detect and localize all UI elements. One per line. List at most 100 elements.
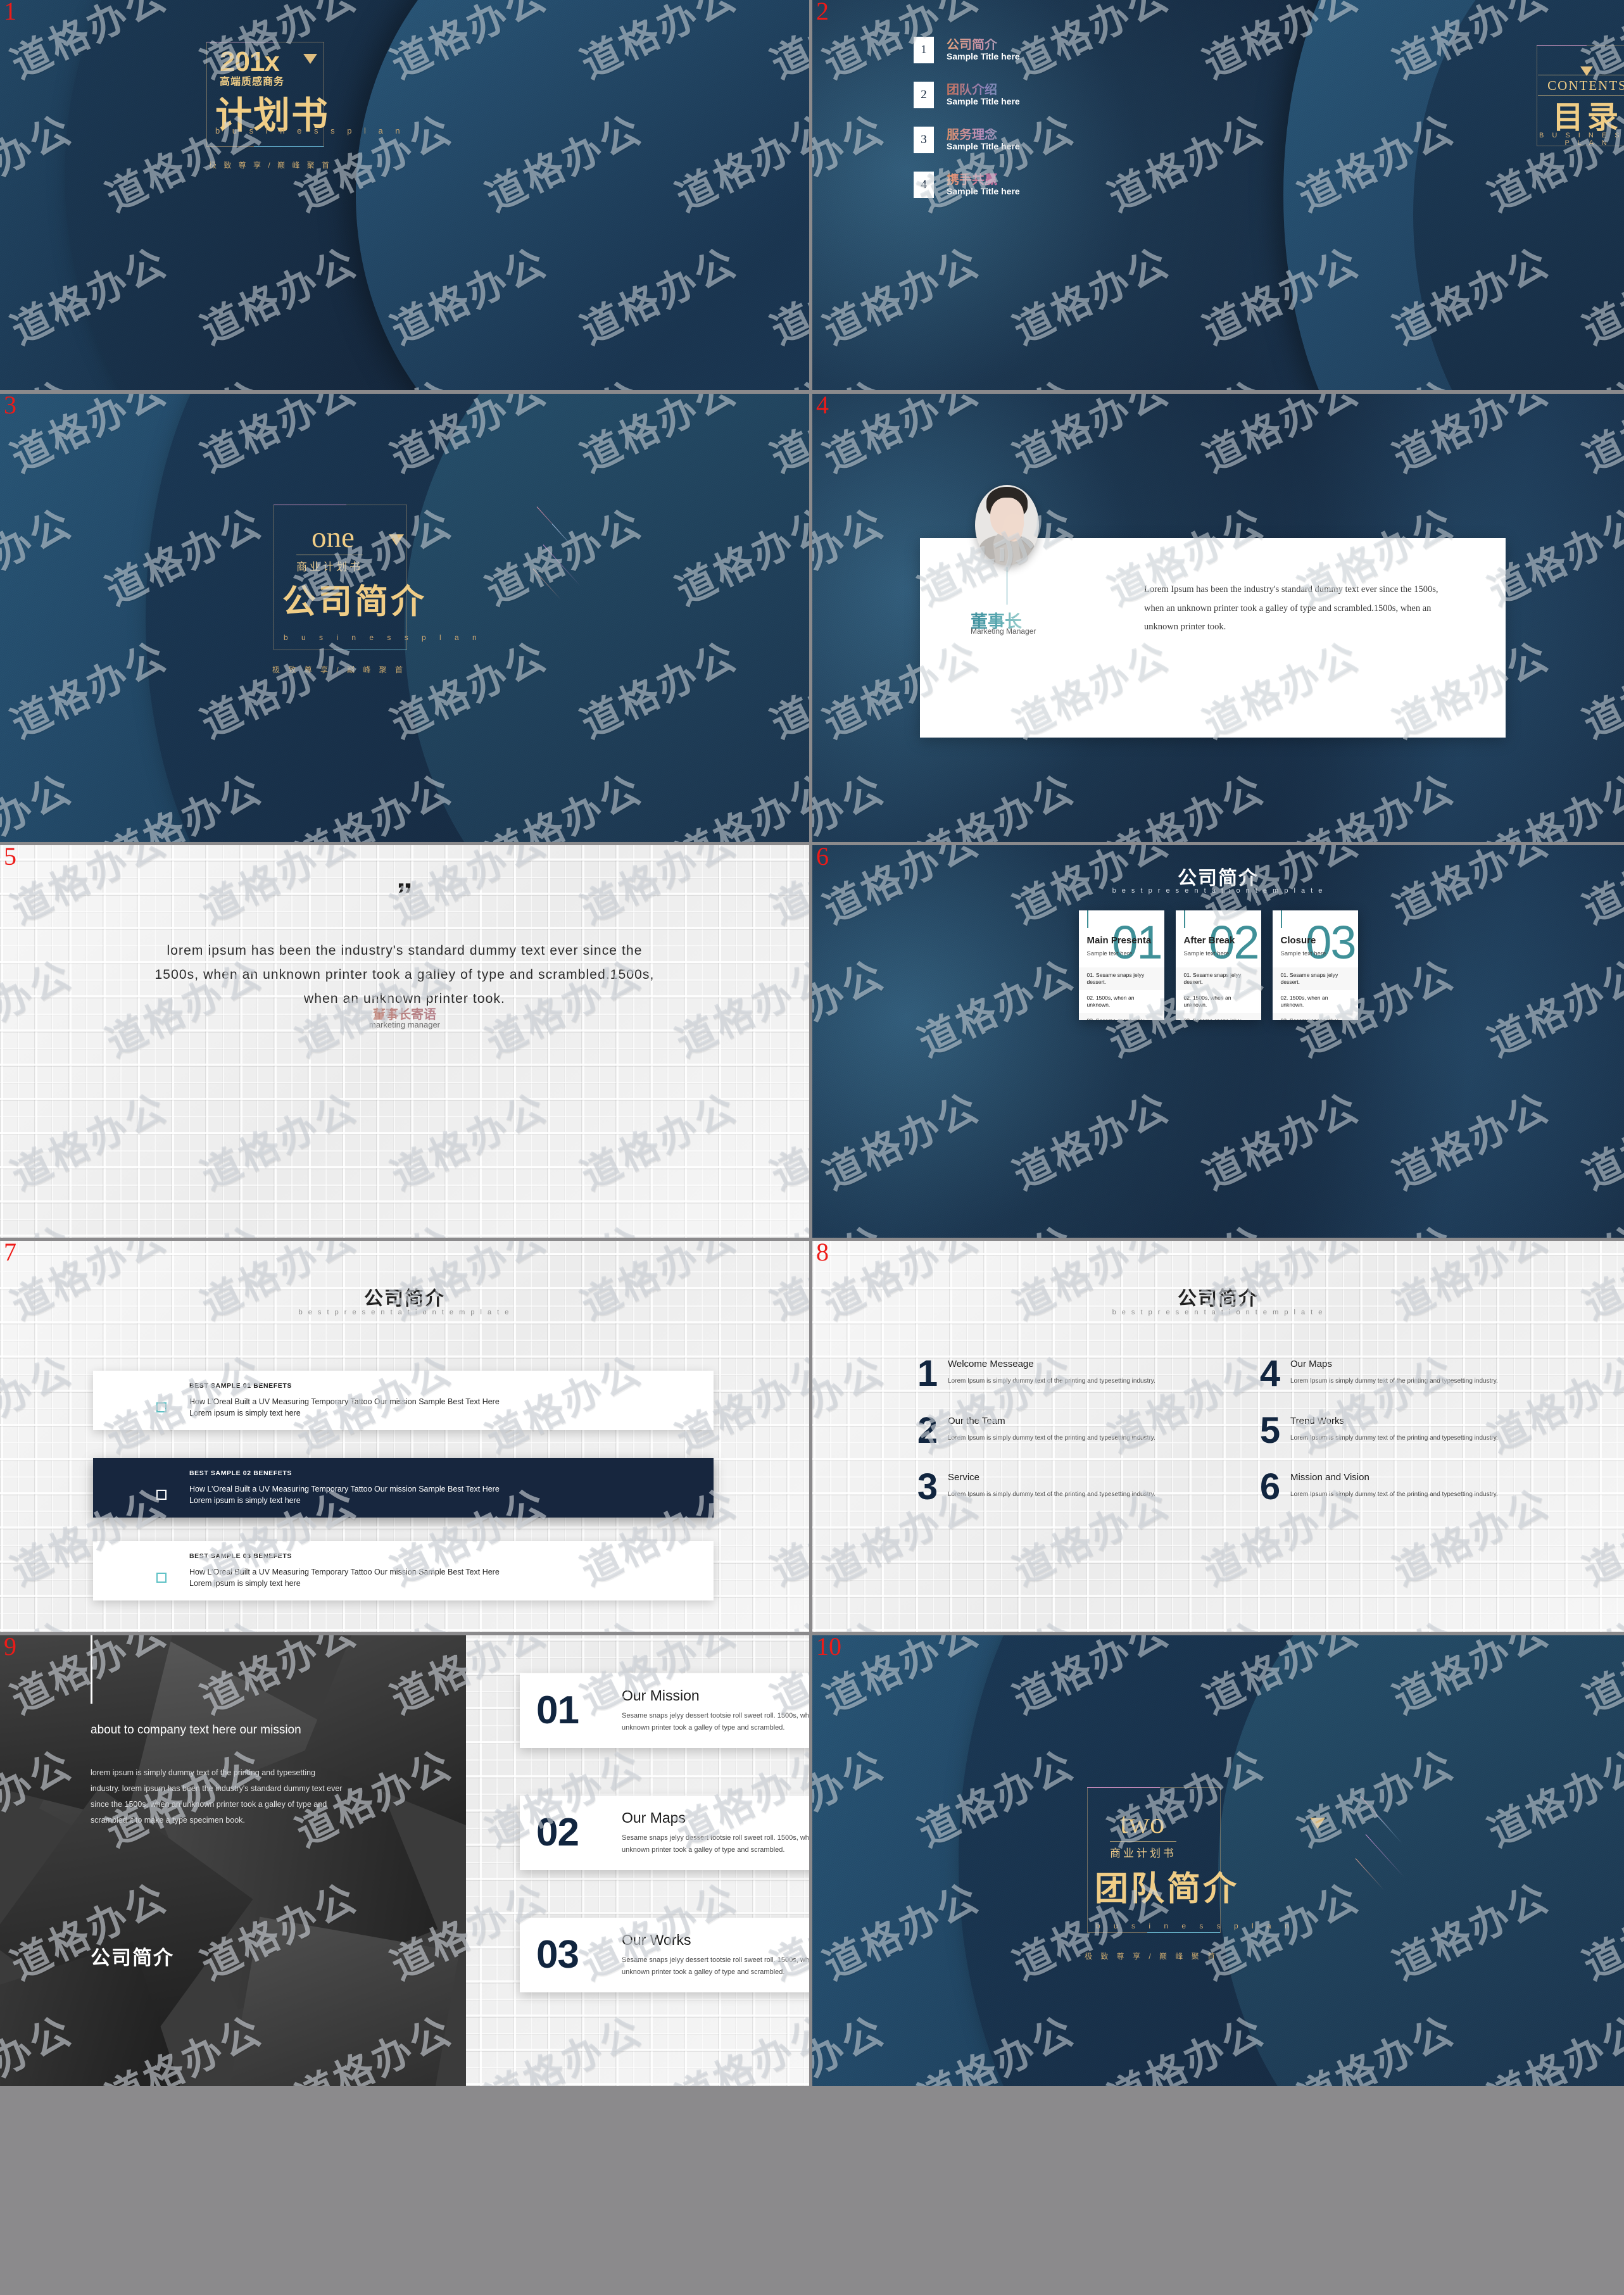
profile-card: [920, 538, 1506, 738]
page-subtitle: b e s t p r e s e n t a t i o n t e m p …: [1112, 887, 1325, 895]
section-footer: 极 致 尊 享 / 巅 峰 聚 首: [1085, 1952, 1219, 1961]
slide-4-profile[interactable]: 董事长 Marketing Manager Lorem Ipsum has be…: [812, 394, 1624, 842]
slide-1-cover[interactable]: 201x 高端质感商务 计划书 b u s i n e s s p l a n …: [0, 0, 809, 390]
list-item[interactable]: 6 Mission and Vision Lorem Ipsum is simp…: [1250, 1469, 1548, 1505]
blue-silk-background: [812, 845, 1624, 1238]
benefit-line-1: How L’Oreal Built a UV Measuring Tempora…: [189, 1397, 500, 1406]
item-body: Lorem Ipsum is simply dummy text of the …: [948, 1491, 1155, 1499]
contents-business-plan: B U S I N E S S P L A N: [1539, 132, 1624, 147]
slide-5-quote[interactable]: ” lorem ipsum has been the industry's st…: [0, 845, 809, 1238]
list-item[interactable]: 3 Service Lorem Ipsum is simply dummy te…: [907, 1466, 1205, 1508]
toc-label-cn: 团队介绍: [947, 83, 1020, 97]
list-item[interactable]: 5 Trend Works Lorem Ipsum is simply dumm…: [1250, 1409, 1548, 1451]
slide-number: 1: [4, 0, 16, 25]
toc-number: 3: [914, 127, 934, 153]
toc-label-cn: 公司简介: [947, 38, 1020, 52]
mission-body: lorem ipsum is simply dummy text of the …: [91, 1768, 343, 1825]
checkbox-icon[interactable]: [156, 1490, 167, 1500]
card-number: 02: [536, 1810, 579, 1854]
mission-card[interactable]: 02 Our Maps Sesame snaps jelyy dessert t…: [520, 1795, 809, 1870]
slide-7-benefits[interactable]: 公司简介 b e s t p r e s e n t a t i o n t e…: [0, 1241, 809, 1632]
slide-8-numbered-grid[interactable]: 公司简介 b e s t p r e s e n t a t i o n t e…: [812, 1241, 1624, 1632]
card-subtext: Sample text here: [1280, 950, 1326, 957]
toc-list: 1 公司简介 Sample Title here 2 团队介绍 Sample T…: [914, 37, 1186, 217]
cover-footer: 极 致 尊 享 / 巅 峰 聚 首: [209, 161, 332, 170]
card-list-item: 01. Sesame snaps jelyy dessert.: [1078, 967, 1164, 991]
mission-label-cn: 公司简介: [91, 1947, 174, 1969]
mission-card[interactable]: 01 Our Mission Sesame snaps jelyy desser…: [520, 1673, 809, 1748]
section-ordinal: two: [1120, 1807, 1165, 1840]
benefit-line-1: How L’Oreal Built a UV Measuring Tempora…: [189, 1568, 500, 1576]
section-ordinal: one: [312, 521, 355, 554]
mission-card[interactable]: 03 Our Works Sesame snaps jelyy dessert …: [520, 1918, 809, 1992]
triangle-icon: [303, 54, 317, 64]
list-item[interactable]: 2 团队介绍 Sample Title here: [914, 82, 1186, 108]
benefit-row[interactable]: BEST SAMPLE 03 BENEFETS How L’Oreal Buil…: [93, 1541, 714, 1601]
benefit-text: How L’Oreal Built a UV Measuring Tempora…: [189, 1396, 500, 1419]
page-subtitle: b e s t p r e s e n t a t i o n t e m p …: [1112, 1309, 1325, 1316]
profile-body-text: Lorem Ipsum has been the industry's stan…: [1144, 584, 1438, 632]
page-title: 公司简介: [1178, 1288, 1259, 1309]
item-number: 3: [917, 1466, 938, 1508]
info-card[interactable]: 02 After Break Sample text here 01. Sesa…: [1175, 910, 1261, 1020]
toc-number: 1: [914, 37, 934, 63]
slide-number: 4: [816, 394, 829, 419]
accent-tick: [1086, 910, 1088, 928]
benefit-line-2: Lorem ipsum is simply text here: [189, 1409, 301, 1418]
slide-number: 5: [4, 845, 16, 871]
card-title: Our Maps: [622, 1809, 686, 1826]
list-item[interactable]: 4 携手共赢 Sample Title here: [914, 172, 1186, 198]
benefit-row[interactable]: BEST SAMPLE 02 BENEFETS How L’Oreal Buil…: [93, 1458, 714, 1518]
profile-role-en: Marketing Manager: [971, 627, 1036, 636]
card-description: Sesame snaps jelyy dessert tootsie roll …: [622, 1834, 809, 1854]
card-list-item: 02. 1500s, when an unknown.: [1086, 995, 1135, 1009]
checkbox-icon[interactable]: [156, 1402, 167, 1413]
benefit-row[interactable]: BEST SAMPLE 01 BENEFETS How L’Oreal Buil…: [93, 1371, 714, 1431]
slide-number: 9: [4, 1635, 16, 1661]
contents-title-cn: 目录: [1552, 101, 1622, 135]
accent-tick: [1280, 910, 1282, 928]
list-item[interactable]: 3 服务理念 Sample Title here: [914, 127, 1186, 153]
accent-tick: [1183, 910, 1185, 928]
slide-number: 7: [4, 1241, 16, 1266]
toc-label-cn: 携手共赢: [947, 173, 1020, 187]
item-heading: Our the Team: [948, 1415, 1005, 1426]
section-business-plan: b u s i n e s s p l a n: [284, 633, 482, 642]
item-heading: Welcome Messeage: [948, 1359, 1034, 1369]
card-subtext: Sample text here: [1183, 950, 1230, 957]
card-number: 01: [536, 1688, 579, 1732]
quote-signature-en: marketing manager: [369, 1020, 440, 1029]
mission-card-column: 01 Our Mission Sesame snaps jelyy desser…: [466, 1635, 809, 2086]
toc-label-en: Sample Title here: [947, 185, 1020, 196]
card-heading: Closure: [1280, 935, 1316, 946]
item-heading: Our Maps: [1290, 1359, 1332, 1369]
item-heading: Service: [948, 1472, 980, 1483]
avatar: [975, 485, 1039, 565]
list-item[interactable]: 1 公司简介 Sample Title here: [914, 37, 1186, 63]
info-card[interactable]: 01 Main Presenta Sample text here 01. Se…: [1078, 910, 1164, 1020]
slide-2-contents[interactable]: 1 公司简介 Sample Title here 2 团队介绍 Sample T…: [812, 0, 1624, 390]
slide-6-three-cards[interactable]: 公司简介 b e s t p r e s e n t a t i o n t e…: [812, 845, 1624, 1238]
checkbox-icon[interactable]: [156, 1573, 167, 1583]
section-title: 公司简介: [282, 583, 427, 620]
toc-number: 4: [914, 172, 934, 198]
card-list-item: 03. Sesame snaps jelyy dessert tootsie r…: [1078, 1013, 1164, 1020]
slide-10-section-two[interactable]: two 商业计划书 团队简介 b u s i n e s s p l a n 极…: [812, 1635, 1624, 2086]
slide-3-section-one[interactable]: one 商业计划书 公司简介 b u s i n e s s p l a n 极…: [0, 394, 809, 842]
card-heading: Main Presenta: [1086, 935, 1152, 946]
slide-9-mission[interactable]: about to company text here our mission l…: [0, 1635, 809, 2086]
item-body: Lorem Ipsum is simply dummy text of the …: [1290, 1378, 1498, 1385]
mission-heading: about to company text here our mission: [91, 1723, 301, 1737]
item-number: 1: [917, 1353, 938, 1394]
card-list-item: 02. 1500s, when an unknown.: [1183, 995, 1231, 1009]
benefit-text: How L’Oreal Built a UV Measuring Tempora…: [189, 1566, 500, 1589]
info-card[interactable]: 03 Closure Sample text here 01. Sesame s…: [1272, 910, 1358, 1020]
list-item[interactable]: 4 Our Maps Lorem Ipsum is simply dummy t…: [1250, 1355, 1548, 1392]
slide-number: 10: [816, 1635, 841, 1661]
toc-label-cn: 服务理念: [947, 128, 1020, 142]
list-item[interactable]: 2 Our the Team Lorem Ipsum is simply dum…: [907, 1412, 1205, 1448]
item-heading: Mission and Vision: [1290, 1472, 1369, 1483]
slide-number: 6: [816, 845, 829, 871]
list-item[interactable]: 1 Welcome Messeage Lorem Ipsum is simply…: [907, 1353, 1205, 1394]
item-number: 5: [1259, 1409, 1281, 1451]
